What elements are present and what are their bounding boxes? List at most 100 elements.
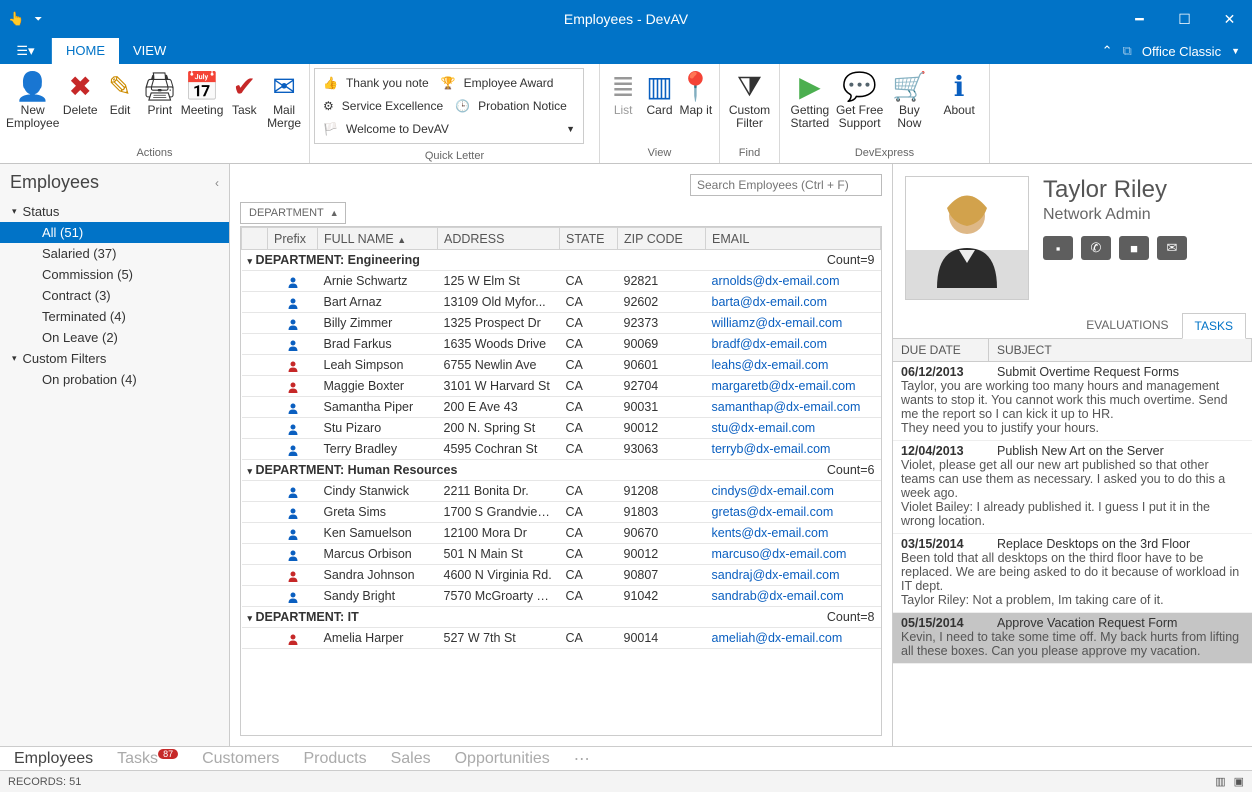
call-button[interactable]: ✆ [1081,236,1111,260]
group-row[interactable]: ▾ DEPARTMENT: Human ResourcesCount=6 [242,460,881,481]
table-row[interactable]: Billy Zimmer1325 Prospect DrCA92373willi… [242,313,881,334]
window-title: Employees - DevAV [0,11,1252,27]
ribbon-collapse-icon[interactable]: ⌃ [1102,43,1113,59]
sidenav-item[interactable]: Commission (5) [0,264,229,285]
delete-label: Delete [63,104,98,117]
col-subject[interactable]: SUBJECT [989,339,1252,361]
video-button[interactable]: ■ [1119,236,1149,260]
ql-award[interactable]: 🏆Employee Award [441,73,554,93]
map-button[interactable]: 📍Map it [679,68,713,117]
table-row[interactable]: Samantha Piper200 E Ave 43CA90031samanth… [242,397,881,418]
card-view-button[interactable]: ▥Card [642,68,676,117]
minimize-button[interactable]: ━ [1117,0,1162,38]
col-zip[interactable]: ZIP CODE [618,228,706,250]
table-row[interactable]: Amelia Harper527 W 7th StCA90014ameliah@… [242,628,881,649]
nav-tasks[interactable]: Tasks87 [117,750,178,768]
task-item[interactable]: 03/15/2014Replace Desktops on the 3rd Fl… [893,534,1252,613]
nav-sales[interactable]: Sales [391,750,431,768]
task-item[interactable]: 12/04/2013Publish New Art on the ServerV… [893,441,1252,534]
group-by-chip[interactable]: DEPARTMENT▲ [240,202,346,224]
funnel-icon: ⧩ [734,70,766,102]
table-row[interactable]: Greta Sims1700 S Grandview...CA91803gret… [242,502,881,523]
support-button[interactable]: 💬Get Free Support [836,68,884,130]
mail-merge-button[interactable]: ✉Mail Merge [265,68,303,130]
ql-probation[interactable]: 🕒Probation Notice [455,96,567,116]
tab-evaluations[interactable]: EVALUATIONS [1073,312,1181,338]
theme-label[interactable]: Office Classic [1142,44,1221,59]
meeting-button[interactable]: 📅Meeting [181,68,224,117]
about-button[interactable]: ℹAbout [935,68,983,117]
ql-welcome[interactable]: 🏳️Welcome to DevAV▼ [323,119,575,139]
table-row[interactable]: Leah Simpson6755 Newlin AveCA90601leahs@… [242,355,881,376]
delete-button[interactable]: ✖Delete [61,68,99,117]
tab-view[interactable]: VIEW [119,38,180,64]
sidenav-item[interactable]: Contract (3) [0,285,229,306]
table-row[interactable]: Sandra Johnson4600 N Virginia Rd.CA90807… [242,565,881,586]
group-row[interactable]: ▾ DEPARTMENT: EngineeringCount=9 [242,250,881,271]
list-view-button[interactable]: ≣List [606,68,640,117]
qat-dropdown-icon[interactable]: ⏷ [34,14,42,25]
close-button[interactable]: ✕ [1207,0,1252,38]
buy-button[interactable]: 🛒Buy Now [886,68,934,130]
ql-service[interactable]: ⚙Service Excellence [323,96,443,116]
col-state[interactable]: STATE [560,228,618,250]
search-input[interactable] [690,174,882,196]
table-row[interactable]: Terry Bradley4595 Cochran StCA93063terry… [242,439,881,460]
sidenav-item[interactable]: Salaried (37) [0,243,229,264]
table-row[interactable]: Cindy Stanwick2211 Bonita Dr.CA91208cind… [242,481,881,502]
file-menu-button[interactable]: ☰▾ [0,38,52,64]
table-row[interactable]: Maggie Boxter3101 W Harvard StCA92704mar… [242,376,881,397]
getting-started-button[interactable]: ▶Getting Started [786,68,834,130]
nav-employees[interactable]: Employees [14,750,93,768]
sidenav-item[interactable]: Terminated (4) [0,306,229,327]
task-item[interactable]: 05/15/2014Approve Vacation Request FormK… [893,613,1252,664]
sidenav-item[interactable]: On probation (4) [0,369,229,390]
col-due-date[interactable]: DUE DATE [893,339,989,361]
nav-customers[interactable]: Customers [202,750,279,768]
col-prefix[interactable]: Prefix [268,228,318,250]
col-email[interactable]: EMAIL [706,228,881,250]
group-row[interactable]: ▾ DEPARTMENT: ITCount=8 [242,607,881,628]
tab-home[interactable]: HOME [52,38,119,64]
col-expander[interactable] [242,228,268,250]
theme-dropdown-icon[interactable]: ▼ [1231,46,1240,56]
edit-button[interactable]: ✎Edit [101,68,139,117]
employee-grid: Prefix FULL NAME ▲ ADDRESS STATE ZIP COD… [241,227,881,649]
group-view-label: View [600,145,719,163]
chevron-down-icon[interactable]: ▼ [566,124,575,134]
mail-button[interactable]: ✉ [1157,236,1187,260]
new-employee-button[interactable]: 👤New Employee [6,68,59,130]
col-address[interactable]: ADDRESS [438,228,560,250]
sidenav-item[interactable]: On Leave (2) [0,327,229,348]
table-row[interactable]: Sandy Bright7570 McGroarty TerCA91042san… [242,586,881,607]
pencil-icon: ✎ [104,70,136,102]
table-row[interactable]: Marcus Orbison501 N Main StCA90012marcus… [242,544,881,565]
table-row[interactable]: Bart Arnaz13109 Old Myfor...CA92602barta… [242,292,881,313]
trophy-icon: 🏆 [441,76,456,90]
table-row[interactable]: Brad Farkus1635 Woods DriveCA90069bradf@… [242,334,881,355]
layout-icon-1[interactable]: ▥ [1215,776,1225,788]
tab-tasks[interactable]: TASKS [1182,313,1246,339]
employee-photo [905,176,1029,300]
nav-more-icon[interactable]: ⋯ [574,749,590,769]
detail-tabs: EVALUATIONS TASKS [893,312,1252,339]
nav-group-custom[interactable]: ▾Custom Filters [0,348,229,369]
sidenav-item[interactable]: All (51) [0,222,229,243]
ql-thank-you[interactable]: 👍Thank you note [323,73,429,93]
col-name[interactable]: FULL NAME ▲ [318,228,438,250]
nav-products[interactable]: Products [303,750,366,768]
custom-filter-button[interactable]: ⧩Custom Filter [726,68,773,130]
task-item[interactable]: 06/12/2013Submit Overtime Request FormsT… [893,362,1252,441]
play-icon: ▶ [794,70,826,102]
chat-button[interactable]: ▪ [1043,236,1073,260]
print-button[interactable]: 🖨Print [141,68,179,117]
table-row[interactable]: Ken Samuelson12100 Mora DrCA90670kents@d… [242,523,881,544]
collapse-sidenav-icon[interactable]: ‹ [215,176,219,190]
table-row[interactable]: Arnie Schwartz125 W Elm StCA92821arnolds… [242,271,881,292]
nav-opportunities[interactable]: Opportunities [455,750,550,768]
task-button[interactable]: ✔Task [225,68,263,117]
maximize-button[interactable]: ☐ [1162,0,1207,38]
layout-icon-2[interactable]: ▣ [1234,776,1244,788]
table-row[interactable]: Stu Pizaro200 N. Spring StCA90012stu@dx-… [242,418,881,439]
nav-group-status[interactable]: ▾Status [0,201,229,222]
